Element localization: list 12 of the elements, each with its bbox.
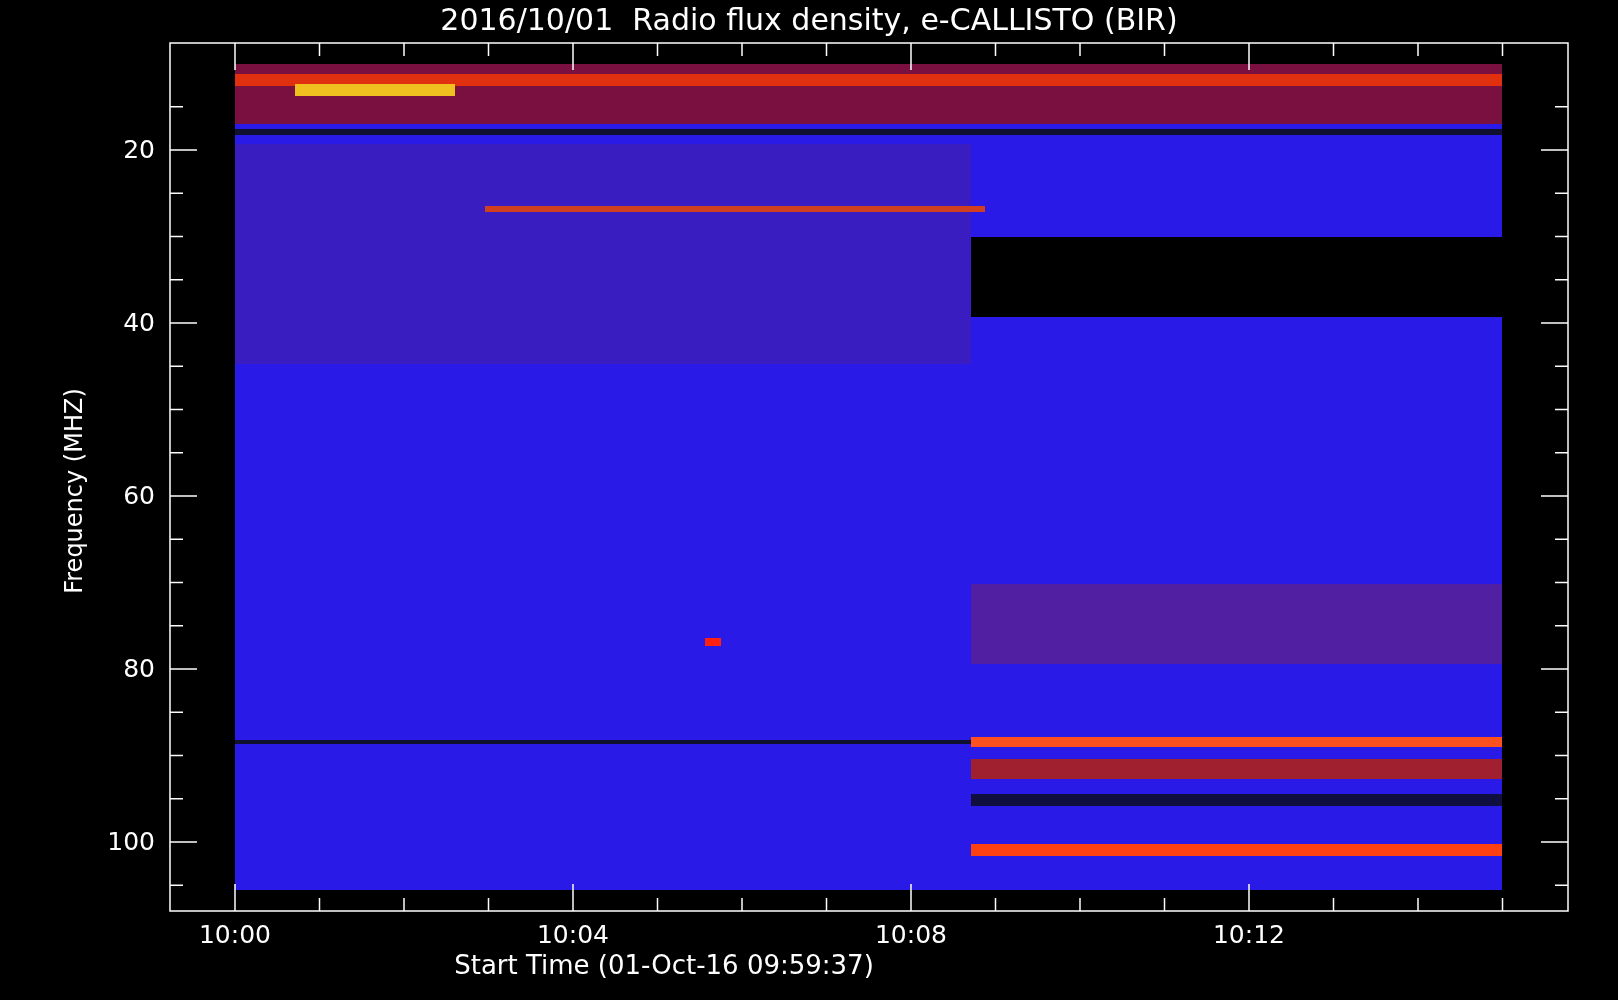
y-tick-label: 60	[122, 481, 155, 511]
x-tick-label: 10:04	[535, 920, 610, 950]
y-axis-label: Frequency (MHZ)	[59, 388, 89, 594]
x-tick-label: 10:08	[873, 920, 948, 950]
x-tick-label: 10:12	[1211, 920, 1286, 950]
x-axis-label: Start Time (01-Oct-16 09:59:37)	[453, 949, 875, 981]
x-tick-label: 10:00	[197, 920, 272, 950]
y-tick-label: 40	[122, 308, 155, 338]
y-tick-label: 100	[106, 827, 155, 857]
chart-title: 2016/10/01 Radio flux density, e-CALLISTO (BIR)	[439, 2, 1179, 38]
y-tick-label: 80	[122, 654, 155, 684]
y-tick-label: 20	[122, 135, 155, 165]
